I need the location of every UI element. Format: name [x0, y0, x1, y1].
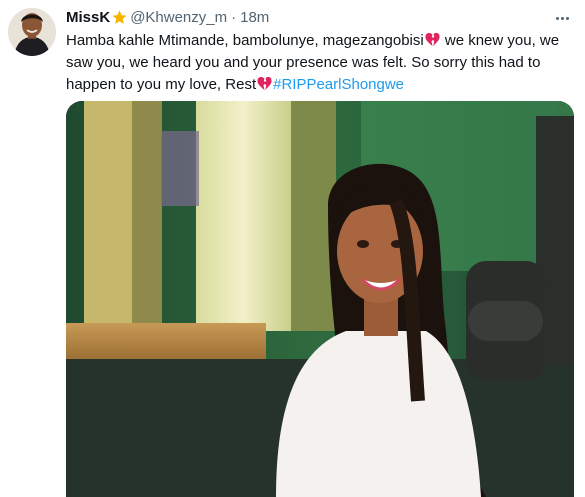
- tweet-text-line-1: Hamba kahle Mtimande, bambolunye, mageza…: [66, 30, 571, 52]
- tweet-text-line-3: happen to you my love, Rest #RIPPearlShon…: [66, 74, 571, 96]
- broken-heart-icon: [256, 76, 273, 91]
- tweet-media-photo[interactable]: [66, 101, 574, 497]
- more-options-icon[interactable]: [551, 8, 573, 28]
- tweet-text: Hamba kahle Mtimande, bambolunye, mageza…: [66, 30, 571, 96]
- user-handle[interactable]: @Khwenzy_m: [130, 9, 227, 26]
- avatar[interactable]: [8, 8, 56, 56]
- tweet-text-line-2: saw you, we heard you and your presence …: [66, 54, 541, 71]
- separator-dot: ·: [231, 8, 237, 26]
- star-emoji-icon: [111, 9, 128, 26]
- hashtag-link[interactable]: #RIPPearlShongwe: [273, 76, 404, 93]
- tweet-text-part: Hamba kahle Mtimande, bambolunye, mageza…: [66, 32, 424, 49]
- broken-heart-icon: [424, 32, 441, 47]
- tweet-header: MissK @Khwenzy_m · 18m: [66, 6, 565, 28]
- timestamp[interactable]: 18m: [240, 9, 269, 26]
- avatar-photo: [8, 8, 56, 56]
- tweet[interactable]: MissK @Khwenzy_m · 18m Hamba kahle Mtima…: [0, 0, 585, 497]
- tweet-text-part: happen to you my love, Rest: [66, 76, 257, 93]
- display-name[interactable]: MissK: [66, 9, 110, 26]
- tweet-text-part: we knew you, we: [440, 32, 560, 49]
- photo-image: [66, 101, 574, 497]
